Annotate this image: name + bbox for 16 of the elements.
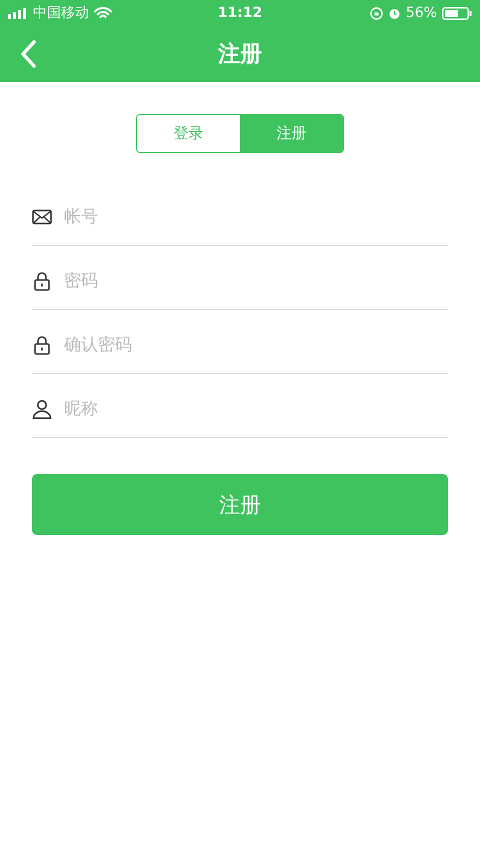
signal-icon xyxy=(8,8,28,18)
lock-icon xyxy=(32,334,52,354)
status-time: 11:12 xyxy=(218,5,262,21)
page-title: 注册 xyxy=(218,41,262,69)
battery-percent: 56% xyxy=(406,5,437,21)
register-button[interactable]: 注册 xyxy=(32,474,448,535)
rotation-lock-icon xyxy=(370,6,383,20)
tab[interactable]: 注册 xyxy=(240,115,343,152)
carrier-name: 中国移动 xyxy=(33,4,89,22)
person-icon xyxy=(32,398,52,418)
wifi-icon xyxy=(94,6,112,20)
back-icon xyxy=(20,40,36,68)
alarm-icon xyxy=(388,6,401,20)
envelope-icon xyxy=(32,208,52,224)
battery-icon xyxy=(442,6,472,20)
lock-icon xyxy=(32,270,52,290)
